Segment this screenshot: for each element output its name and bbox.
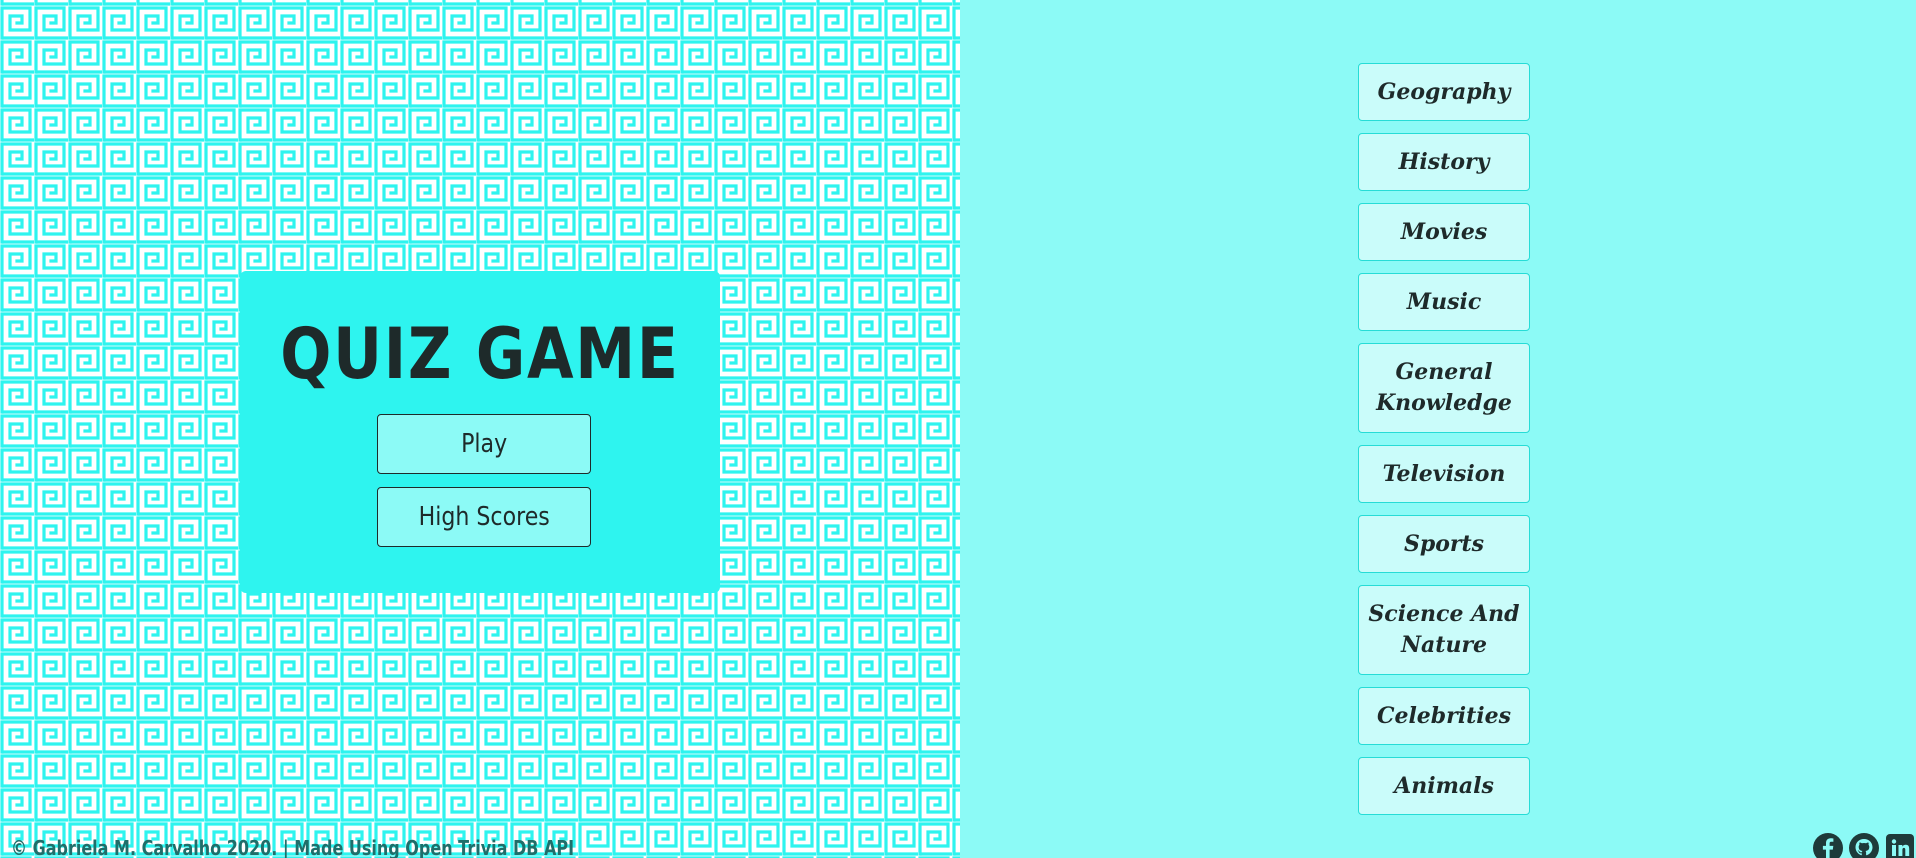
high-scores-button[interactable]: High Scores <box>377 487 591 547</box>
category-movies-button[interactable]: Movies <box>1358 203 1530 261</box>
category-animals-button[interactable]: Animals <box>1358 757 1530 815</box>
category-television-button[interactable]: Television <box>1358 445 1530 503</box>
social-links <box>1812 832 1916 858</box>
category-list: Geography History Movies Music General K… <box>1358 63 1530 815</box>
play-button[interactable]: Play <box>377 414 591 474</box>
main-menu-card: QUIZ GAME Play High Scores <box>240 271 720 593</box>
github-icon[interactable] <box>1848 832 1880 858</box>
category-geography-button[interactable]: Geography <box>1358 63 1530 121</box>
category-sports-button[interactable]: Sports <box>1358 515 1530 573</box>
linkedin-icon[interactable] <box>1884 832 1916 858</box>
play-button-label: Play <box>460 429 508 459</box>
left-panel: QUIZ GAME Play High Scores © Gabriela M.… <box>0 0 960 858</box>
quiz-app: QUIZ GAME Play High Scores © Gabriela M.… <box>0 0 1916 858</box>
facebook-icon[interactable] <box>1812 832 1844 858</box>
footer-credit: © Gabriela M. Carvalho 2020. | Made Usin… <box>11 836 575 858</box>
category-science-and-nature-button[interactable]: Science And Nature <box>1358 585 1530 675</box>
category-history-button[interactable]: History <box>1358 133 1530 191</box>
category-celebrities-button[interactable]: Celebrities <box>1358 687 1530 745</box>
category-general-knowledge-button[interactable]: General Knowledge <box>1358 343 1530 433</box>
game-title: QUIZ GAME <box>280 313 680 395</box>
high-scores-button-label: High Scores <box>418 502 550 532</box>
category-music-button[interactable]: Music <box>1358 273 1530 331</box>
